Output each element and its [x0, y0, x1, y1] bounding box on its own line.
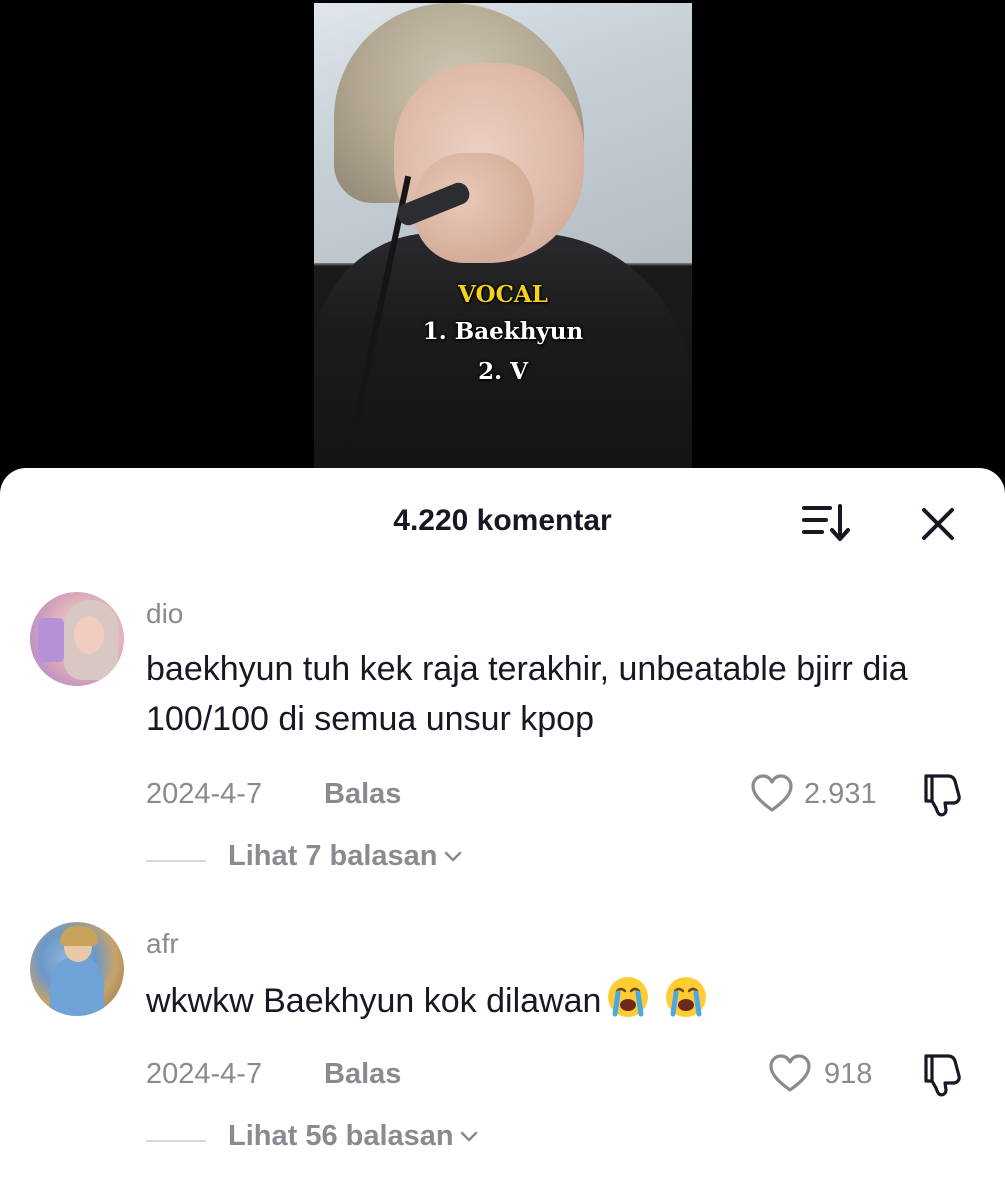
- comment-date: 2024-4-7: [146, 1058, 263, 1090]
- dislike-icon[interactable]: [918, 772, 966, 818]
- view-replies[interactable]: Lihat 7 balasan: [146, 840, 646, 880]
- comment-text: wkwkw Baekhyun kok dilawan: [146, 982, 602, 1020]
- close-icon[interactable]: [916, 502, 960, 546]
- reply-button[interactable]: Balas: [324, 1058, 401, 1091]
- avatar-detail: [60, 926, 98, 946]
- comments-header: 4.220 komentar: [0, 468, 1005, 576]
- comment-text-container: wkwkw Baekhyun kok dilawan: [146, 974, 956, 1026]
- like-count: 2.931: [804, 778, 877, 810]
- avatar[interactable]: [30, 922, 124, 1016]
- dislike-icon[interactable]: [918, 1052, 966, 1098]
- video-frame[interactable]: [314, 3, 692, 473]
- avatar-detail: [50, 956, 104, 1016]
- comment-meta: 2024-4-7 Balas 918: [146, 1054, 976, 1098]
- comment-date: 2024-4-7: [146, 778, 263, 810]
- caption-line-2: 2. V: [478, 358, 528, 385]
- sort-icon[interactable]: [800, 500, 852, 544]
- like-count: 918: [824, 1058, 873, 1090]
- replies-divider: [146, 860, 206, 862]
- replies-divider: [146, 1140, 206, 1142]
- heart-icon[interactable]: [750, 774, 794, 814]
- view-replies[interactable]: Lihat 56 balasan: [146, 1120, 646, 1160]
- comment-username[interactable]: dio: [146, 598, 183, 630]
- reply-button[interactable]: Balas: [324, 778, 401, 811]
- loudly-crying-face-icon: [666, 977, 707, 1017]
- video-caption: VOCAL 1. Baekhyun 2. V: [314, 278, 692, 392]
- view-replies-text: Lihat 7 balasan: [228, 840, 438, 872]
- avatar[interactable]: [30, 592, 124, 686]
- caption-title: VOCAL: [458, 281, 548, 308]
- video-player[interactable]: VOCAL 1. Baekhyun 2. V: [0, 0, 1005, 500]
- view-replies-text: Lihat 56 balasan: [228, 1120, 454, 1152]
- comment-text: baekhyun tuh kek raja terakhir, unbeatab…: [146, 650, 908, 738]
- comment-meta: 2024-4-7 Balas 2.931: [146, 774, 976, 818]
- avatar-detail: [38, 618, 64, 662]
- comment-username[interactable]: afr: [146, 928, 179, 960]
- heart-icon[interactable]: [768, 1054, 812, 1094]
- caption-line-1: 1. Baekhyun: [422, 318, 584, 345]
- comments-sheet: 4.220 komentar dio baekhyun tuh kek raja…: [0, 468, 1005, 1200]
- view-replies-label[interactable]: Lihat 56 balasan: [228, 1120, 480, 1153]
- comments-count-title: 4.220 komentar: [393, 504, 612, 537]
- chevron-down-icon: [444, 852, 461, 862]
- chevron-down-icon: [460, 1132, 477, 1142]
- loudly-crying-face-icon: [608, 977, 649, 1017]
- view-replies-label[interactable]: Lihat 7 balasan: [228, 840, 464, 873]
- avatar-detail: [74, 616, 104, 654]
